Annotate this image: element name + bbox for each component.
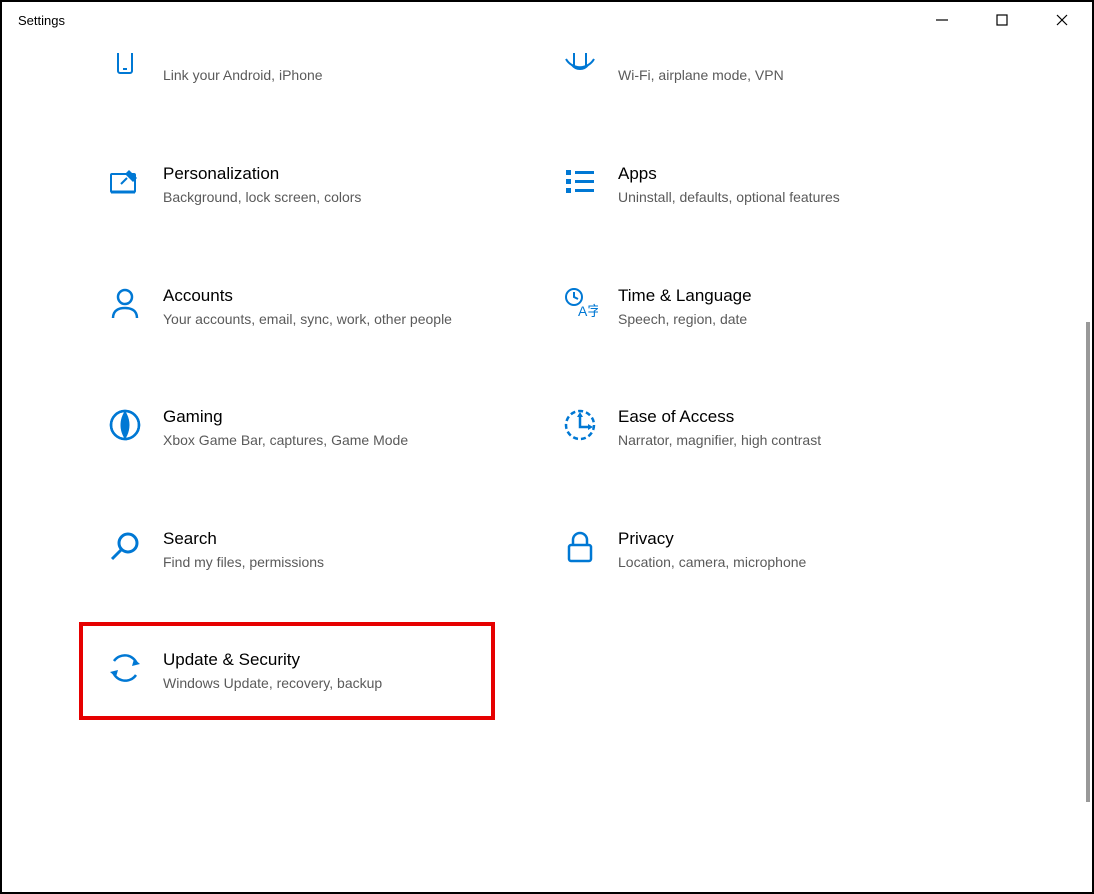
tile-desc: Uninstall, defaults, optional features (618, 188, 840, 208)
tile-accounts[interactable]: Accounts Your accounts, email, sync, wor… (97, 276, 477, 338)
personalization-icon (105, 162, 145, 202)
tile-personalization[interactable]: Personalization Background, lock screen,… (97, 154, 477, 216)
settings-grid: Link your Android, iPhone Wi-Fi, airplan… (97, 38, 997, 702)
privacy-icon (560, 527, 600, 567)
search-icon (105, 527, 145, 567)
tile-desc: Your accounts, email, sync, work, other … (163, 310, 452, 330)
close-icon (1055, 13, 1069, 27)
settings-content: Link your Android, iPhone Wi-Fi, airplan… (2, 38, 1092, 702)
window-controls (912, 2, 1092, 38)
tile-desc: Speech, region, date (618, 310, 752, 330)
tile-title: Gaming (163, 407, 408, 427)
tile-desc: Wi-Fi, airplane mode, VPN (618, 66, 784, 86)
tile-desc: Link your Android, iPhone (163, 66, 323, 86)
window-title: Settings (18, 13, 65, 28)
update-icon (105, 648, 145, 688)
tile-title: Privacy (618, 529, 806, 549)
tile-time-language[interactable]: A字 Time & Language Speech, region, date (552, 276, 932, 338)
tile-update-security[interactable]: Update & Security Windows Update, recove… (97, 640, 477, 702)
tile-title: Apps (618, 164, 840, 184)
tile-desc: Narrator, magnifier, high contrast (618, 431, 821, 451)
ease-of-access-icon (560, 405, 600, 445)
tile-desc: Windows Update, recovery, backup (163, 674, 382, 694)
tile-title: Update & Security (163, 650, 382, 670)
maximize-icon (995, 13, 1009, 27)
scrollbar[interactable] (1086, 322, 1090, 802)
tile-title: Accounts (163, 286, 452, 306)
tile-title: Personalization (163, 164, 361, 184)
apps-icon (560, 162, 600, 202)
tile-ease-of-access[interactable]: Ease of Access Narrator, magnifier, high… (552, 397, 932, 459)
tile-title: Time & Language (618, 286, 752, 306)
tile-phone[interactable]: Link your Android, iPhone (97, 38, 477, 94)
svg-text:A字: A字 (578, 303, 598, 319)
tile-title: Search (163, 529, 324, 549)
maximize-button[interactable] (972, 2, 1032, 38)
close-button[interactable] (1032, 2, 1092, 38)
minimize-button[interactable] (912, 2, 972, 38)
tile-network[interactable]: Wi-Fi, airplane mode, VPN (552, 38, 932, 94)
tile-desc: Find my files, permissions (163, 553, 324, 573)
tile-privacy[interactable]: Privacy Location, camera, microphone (552, 519, 932, 581)
accounts-icon (105, 284, 145, 324)
gaming-icon (105, 405, 145, 445)
tile-desc: Location, camera, microphone (618, 553, 806, 573)
tile-gaming[interactable]: Gaming Xbox Game Bar, captures, Game Mod… (97, 397, 477, 459)
tile-title: Ease of Access (618, 407, 821, 427)
tile-desc: Background, lock screen, colors (163, 188, 361, 208)
minimize-icon (935, 13, 949, 27)
titlebar: Settings (2, 2, 1092, 38)
phone-icon (105, 46, 145, 86)
time-language-icon: A字 (560, 284, 600, 324)
tile-desc: Xbox Game Bar, captures, Game Mode (163, 431, 408, 451)
globe-icon (560, 46, 600, 86)
tile-apps[interactable]: Apps Uninstall, defaults, optional featu… (552, 154, 932, 216)
tile-search[interactable]: Search Find my files, permissions (97, 519, 477, 581)
